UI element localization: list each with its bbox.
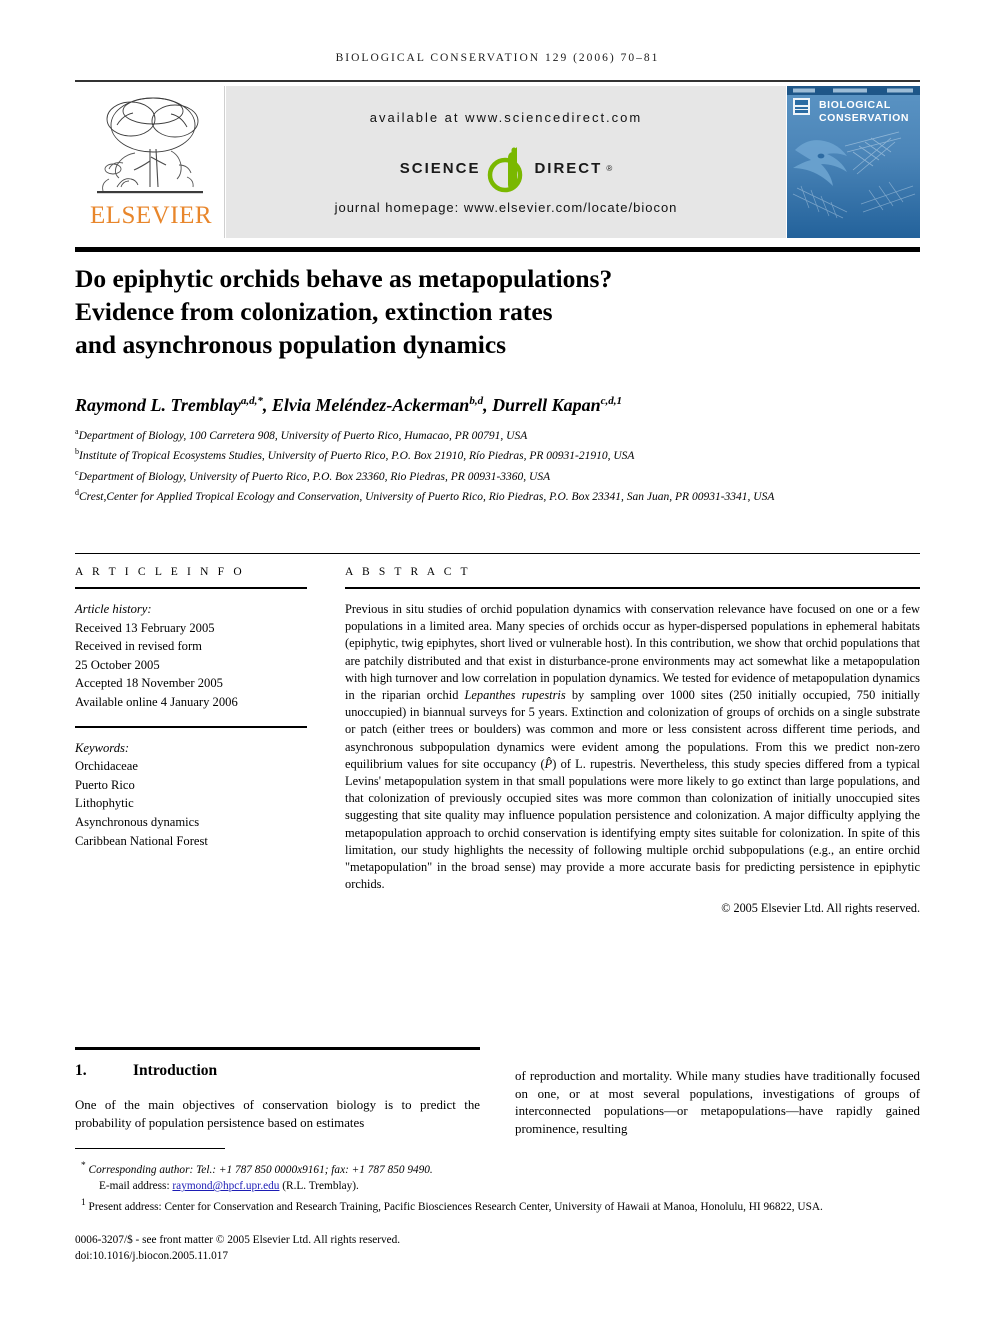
registered-mark: ® [606,164,613,173]
section-title: Introduction [133,1062,218,1079]
author-name: Raymond L. Tremblay [75,395,241,415]
article-history-label: Article history: [75,602,152,616]
title-line-1: Do epiphytic orchids behave as metapopul… [75,264,613,293]
article-info-column: A R T I C L E I N F O Article history: R… [75,566,307,850]
author-marks: c,d,1 [600,395,622,407]
introduction-heading: 1. Introduction [75,1062,480,1080]
keyword-item: Puerto Rico [75,777,135,792]
footnote-one-mark: 1 [81,1197,86,1208]
journal-cover-thumbnail: BIOLOGICAL CONSERVATION [787,86,920,238]
journal-homepage-text: journal homepage: www.elsevier.com/locat… [334,200,678,215]
keyword-item: Lithophytic [75,796,134,811]
affiliation-text: Department of Biology, University of Pue… [78,470,551,483]
sciencedirect-logo: SCIENCE DIRECT ® [226,144,786,194]
email-link[interactable]: raymond@hpcf.upr.edu [172,1180,279,1192]
affiliation-list: aDepartment of Biology, 100 Carretera 90… [75,424,895,506]
affiliation-text: Department of Biology, 100 Carretera 908… [78,429,528,442]
affiliation-item: cDepartment of Biology, University of Pu… [75,465,895,485]
introduction-right-column: of reproduction and mortality. While man… [515,1069,920,1136]
info-section-rule [75,553,920,554]
history-item: Received in revised form [75,639,202,654]
section-number: 1. [75,1062,87,1079]
footnote-star-mark: * [81,1161,86,1171]
masthead: ELSEVIER available at www.sciencedirect.… [75,86,920,238]
svg-text:CONSERVATION: CONSERVATION [819,112,909,124]
keyword-item: Orchidaceae [75,759,138,774]
keyword-item: Asynchronous dynamics [75,814,200,829]
abstract-part-3: ) of L. rupestris. Nevertheless, this st… [345,756,921,892]
keywords-label: Keywords: [75,740,130,755]
sciencedirect-science-text: SCIENCE [399,160,481,177]
title-line-2: Evidence from colonization, extinction r… [75,297,553,326]
history-item: 25 October 2005 [75,657,160,672]
journal-article-page: BIOLOGICAL CONSERVATION 129 (2006) 70–81 [0,0,992,1323]
sciencedirect-d-icon [484,144,530,194]
introduction-left-column: One of the main objectives of conservati… [75,1098,480,1130]
abstract-heading: A B S T R A C T [345,566,471,578]
affiliation-item: aDepartment of Biology, 100 Carretera 90… [75,424,895,444]
affiliation-text: Crest,Center for Applied Tropical Ecolog… [79,491,775,504]
author-name: Durrell Kapan [492,395,601,415]
footnote-corresponding-text: Corresponding author: Tel.: +1 787 850 0… [88,1163,433,1176]
author-marks: b,d [469,395,484,407]
abstract-column: A B S T R A C T Previous in situ studies… [345,566,920,916]
abstract-text: Previous in situ studies of orchid popul… [345,601,920,893]
author-list: Raymond L. Tremblaya,d,*, Elvia Meléndez… [75,395,622,415]
footnote-present-address: 1 Present address: Center for Conservati… [75,1195,920,1215]
history-item: Received 13 February 2005 [75,620,215,635]
history-item: Available online 4 January 2006 [75,694,238,709]
introduction-rule [75,1047,480,1050]
imprint-block: 0006-3207/$ - see front matter © 2005 El… [75,1232,920,1265]
article-info-heading: A R T I C L E I N F O [75,566,245,578]
affiliation-item: dCrest,Center for Applied Tropical Ecolo… [75,485,895,505]
keyword-item: Caribbean National Forest [75,833,208,848]
sciencedirect-banner: available at www.sciencedirect.com SCIEN… [226,86,786,238]
copyright-line: © 2005 Elsevier Ltd. All rights reserved… [721,901,920,916]
header-rule [75,80,920,82]
author-name: Elvia Meléndez-Ackerman [271,395,470,415]
abstract-divider [345,587,920,589]
issn-line: 0006-3207/$ - see front matter © 2005 El… [75,1234,401,1246]
history-item: Accepted 18 November 2005 [75,676,223,691]
elsevier-tree-icon [97,97,203,194]
keywords-block: Keywords: Orchidaceae Puerto Rico Lithop… [75,739,307,851]
running-head: BIOLOGICAL CONSERVATION 129 (2006) 70–81 [335,52,660,64]
footnotes-block: * Corresponding author: Tel.: +1 787 850… [75,1158,920,1215]
elsevier-wordmark: ELSEVIER [89,202,213,229]
doi-line: doi:10.1016/j.biocon.2005.11.017 [75,1250,229,1263]
page-title: Do epiphytic orchids behave as metapopul… [75,262,835,361]
footnote-rule [75,1148,225,1149]
article-info-divider [75,587,307,589]
title-rule [75,247,920,252]
author-marks: a,d,* [240,395,263,407]
abstract-species-name: Lepanthes rupestris [464,688,566,703]
available-at-text: available at www.sciencedirect.com [369,110,643,125]
email-suffix: (R.L. Tremblay). [282,1180,359,1193]
svg-text:BIOLOGICAL: BIOLOGICAL [819,99,891,111]
footnote-present-address-text: Present address: Center for Conservation… [88,1200,823,1213]
elsevier-logo-block: ELSEVIER [75,86,225,238]
sciencedirect-direct-text: DIRECT [534,160,603,177]
footnote-email-line: E-mail address: raymond@hpcf.upr.edu (R.… [75,1178,920,1194]
affiliation-item: bInstitute of Tropical Ecosystems Studie… [75,444,895,464]
abstract-part-1: Previous in situ studies of orchid popul… [345,602,920,703]
journal-cover-art: BIOLOGICAL CONSERVATION [787,86,920,238]
affiliation-text: Institute of Tropical Ecosystems Studies… [79,450,635,463]
title-line-3: and asynchronous population dynamics [75,330,507,359]
article-history: Article history: Received 13 February 20… [75,600,307,712]
keywords-divider [75,725,307,728]
email-label: E-mail address: [99,1180,170,1193]
footnote-corresponding: * Corresponding author: Tel.: +1 787 850… [75,1158,920,1178]
